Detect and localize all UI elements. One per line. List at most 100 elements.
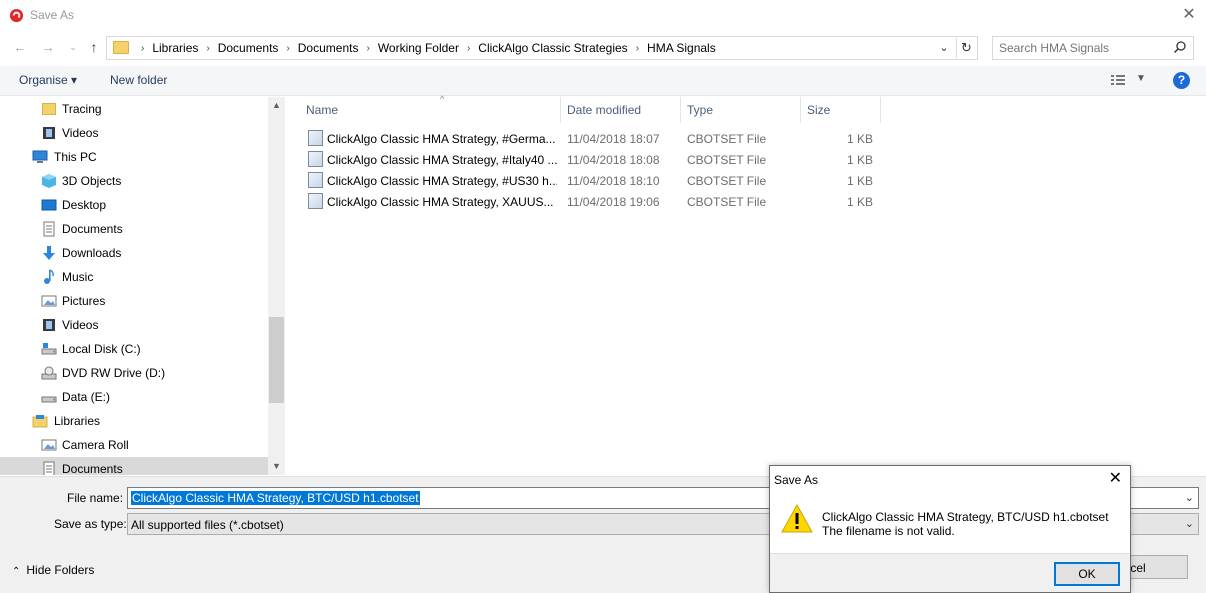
pc-icon xyxy=(32,150,48,163)
breadcrumb-separator-icon[interactable]: › xyxy=(286,43,289,54)
sidebar-item-libraries[interactable]: Libraries xyxy=(0,409,268,433)
hide-folders-label: Hide Folders xyxy=(26,563,95,577)
file-row[interactable]: ClickAlgo Classic HMA Strategy, #US30 h.… xyxy=(306,170,886,191)
help-icon[interactable]: ? xyxy=(1173,72,1190,89)
scrollbar-thumb[interactable] xyxy=(269,317,284,403)
scroll-down-icon[interactable]: ▼ xyxy=(268,458,285,475)
sidebar-item-label: This PC xyxy=(54,150,97,164)
3d-objects-icon xyxy=(42,174,56,188)
file-size: 1 KB xyxy=(846,132,873,146)
sidebar-item-videos[interactable]: Videos xyxy=(0,121,268,145)
sidebar-item-label: Local Disk (C:) xyxy=(62,342,141,356)
breadcrumb-documents[interactable]: Documents xyxy=(218,41,279,55)
breadcrumb-documents-sub[interactable]: Documents xyxy=(298,41,359,55)
column-header-label: Size xyxy=(807,103,831,117)
drive-icon xyxy=(41,396,57,403)
search-icon[interactable] xyxy=(1173,40,1187,54)
sidebar-item-3d-objects[interactable]: 3D Objects xyxy=(0,169,268,193)
sidebar-item-local-disk-c[interactable]: Local Disk (C:) xyxy=(0,337,268,361)
view-dropdown-icon[interactable]: ▼ xyxy=(1136,73,1146,84)
address-dropdown-chevron-icon[interactable]: ⌄ xyxy=(937,41,951,55)
sidebar-item-library-documents[interactable]: Documents xyxy=(0,457,268,475)
hide-folders-button[interactable]: ⌃ Hide Folders xyxy=(12,563,94,577)
recent-locations-chevron-icon[interactable]: ⌄ xyxy=(64,38,82,56)
organise-button[interactable]: Organise ▾ xyxy=(19,73,77,87)
sidebar-item-label: 3D Objects xyxy=(62,174,122,188)
sidebar-item-documents[interactable]: Documents xyxy=(0,217,268,241)
app-icon xyxy=(9,8,24,23)
sidebar-scrollbar[interactable]: ▲ ▼ xyxy=(268,97,285,475)
scroll-up-icon[interactable]: ▲ xyxy=(268,97,285,114)
column-header-date-modified[interactable]: Date modified xyxy=(561,97,681,123)
search-box[interactable] xyxy=(992,36,1194,60)
sidebar-item-this-pc[interactable]: This PC xyxy=(0,145,268,169)
sidebar-item-label: Pictures xyxy=(62,294,106,308)
column-header-name[interactable]: ^ Name xyxy=(300,94,561,123)
navigation-bar: ← → ⌄ ↑ › Libraries › Documents › Docume… xyxy=(0,34,1206,62)
sidebar-item-videos-pc[interactable]: Videos xyxy=(0,313,268,337)
filename-history-chevron-icon[interactable]: ⌄ xyxy=(1185,491,1194,504)
libraries-icon xyxy=(32,415,48,428)
sidebar-item-pictures[interactable]: Pictures xyxy=(0,289,268,313)
breadcrumb-separator-icon[interactable]: › xyxy=(636,43,639,54)
breadcrumb-separator-icon[interactable]: › xyxy=(206,43,209,54)
dialog-message-filename: ClickAlgo Classic HMA Strategy, BTC/USD … xyxy=(822,510,1109,524)
sidebar-item-camera-roll[interactable]: Camera Roll xyxy=(0,433,268,457)
savetype-label: Save as type: xyxy=(54,517,127,531)
sidebar-item-label: Music xyxy=(62,270,94,284)
breadcrumb-libraries[interactable]: Libraries xyxy=(152,41,198,55)
downloads-icon xyxy=(43,246,55,260)
sidebar-item-desktop[interactable]: Desktop xyxy=(0,193,268,217)
column-header-size[interactable]: Size xyxy=(801,97,881,123)
dialog-footer: OK xyxy=(770,553,1130,592)
search-input[interactable] xyxy=(999,38,1159,58)
ok-button[interactable]: OK xyxy=(1054,562,1120,586)
forward-arrow-icon[interactable]: → xyxy=(39,38,57,56)
file-row[interactable]: ClickAlgo Classic HMA Strategy, XAUUS...… xyxy=(306,191,886,212)
savetype-value: All supported files (*.cbotset) xyxy=(131,518,284,532)
sidebar-item-music[interactable]: Music xyxy=(0,265,268,289)
sidebar-item-label: Videos xyxy=(62,126,99,140)
back-arrow-icon[interactable]: ← xyxy=(11,38,29,56)
file-row[interactable]: ClickAlgo Classic HMA Strategy, #Italy40… xyxy=(306,149,886,170)
breadcrumb-clickalgo-classic-strategies[interactable]: ClickAlgo Classic Strategies xyxy=(478,41,627,55)
breadcrumb-separator-icon[interactable]: › xyxy=(467,43,470,54)
window-close-button[interactable]: ✕ xyxy=(1180,6,1198,24)
breadcrumb-working-folder[interactable]: Working Folder xyxy=(378,41,459,55)
cbotset-file-icon xyxy=(308,151,323,167)
chevron-down-icon[interactable]: ⌄ xyxy=(1185,517,1194,530)
file-size: 1 KB xyxy=(846,153,873,167)
sidebar-item-label: Documents xyxy=(62,462,123,475)
sort-ascending-icon: ^ xyxy=(440,94,445,104)
refresh-icon[interactable]: ↻ xyxy=(956,38,976,58)
file-type: CBOTSET File xyxy=(687,195,767,209)
sidebar-item-data-e[interactable]: Data (E:) xyxy=(0,385,268,409)
file-list: ^ Name Date modified Type Size ClickAlgo… xyxy=(286,94,1206,475)
dialog-message-error: The filename is not valid. xyxy=(822,524,955,538)
address-bar[interactable]: › Libraries › Documents › Documents › Wo… xyxy=(106,36,978,60)
folder-icon xyxy=(42,103,56,115)
file-type: CBOTSET File xyxy=(687,132,767,146)
file-name: ClickAlgo Classic HMA Strategy, #Germa..… xyxy=(327,132,556,146)
up-arrow-icon[interactable]: ↑ xyxy=(85,38,103,56)
file-size: 1 KB xyxy=(846,174,873,188)
sidebar-item-downloads[interactable]: Downloads xyxy=(0,241,268,265)
new-folder-button[interactable]: New folder xyxy=(110,73,167,87)
breadcrumb-separator-icon[interactable]: › xyxy=(366,43,369,54)
sidebar-item-dvd-rw-drive-d[interactable]: DVD RW Drive (D:) xyxy=(0,361,268,385)
file-name: ClickAlgo Classic HMA Strategy, #Italy40… xyxy=(327,153,557,167)
file-row[interactable]: ClickAlgo Classic HMA Strategy, #Germa..… xyxy=(306,128,886,149)
sidebar-item-label: Documents xyxy=(62,222,123,236)
dialog-close-button[interactable]: ✕ xyxy=(1109,470,1122,488)
cbotset-file-icon xyxy=(308,193,323,209)
filename-selected-text[interactable]: ClickAlgo Classic HMA Strategy, BTC/USD … xyxy=(131,491,420,505)
dialog-title-bar: Save As ✕ xyxy=(770,466,1130,493)
breadcrumb: › Libraries › Documents › Documents › Wo… xyxy=(133,41,716,55)
breadcrumb-hma-signals[interactable]: HMA Signals xyxy=(647,41,716,55)
window-title: Save As xyxy=(30,8,75,22)
sidebar-item-tracing[interactable]: Tracing xyxy=(0,97,268,121)
sidebar-item-label: Videos xyxy=(62,318,99,332)
error-dialog: Save As ✕ ClickAlgo Classic HMA Strategy… xyxy=(769,465,1131,593)
column-header-type[interactable]: Type xyxy=(681,97,801,123)
change-view-button[interactable]: ▼ xyxy=(1110,73,1146,89)
